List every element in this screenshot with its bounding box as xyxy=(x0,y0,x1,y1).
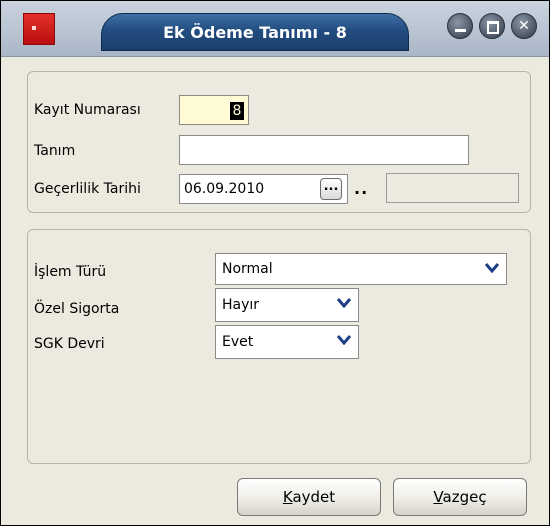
save-accel: K xyxy=(282,488,293,506)
sgk-transfer-value: Evet xyxy=(222,334,254,350)
cancel-label: azgeç xyxy=(442,488,487,506)
transaction-type-value: Normal xyxy=(222,261,273,277)
window-title: Ek Ödeme Tanımı - 8 xyxy=(163,23,347,42)
private-insurance-label: Özel Sigorta xyxy=(34,301,120,317)
window-title-tab: Ek Ödeme Tanımı - 8 xyxy=(101,13,409,51)
validity-end-field xyxy=(386,173,519,203)
save-button[interactable]: Kaydet xyxy=(237,478,381,516)
definition-label: Tanım xyxy=(34,143,76,159)
date-lookup-button[interactable]: ... xyxy=(320,178,342,200)
range-separator: .. xyxy=(354,179,369,198)
chevron-down-icon[interactable] xyxy=(330,327,357,353)
cancel-button[interactable]: Vazgeç xyxy=(393,478,527,516)
transaction-type-label: İşlem Türü xyxy=(34,264,107,280)
maximize-icon[interactable] xyxy=(479,13,505,39)
chevron-down-icon[interactable] xyxy=(478,255,505,281)
save-label: aydet xyxy=(292,488,336,506)
private-insurance-select[interactable]: Hayır xyxy=(215,288,359,322)
definition-field[interactable] xyxy=(179,135,469,165)
transaction-type-select[interactable]: Normal xyxy=(215,253,507,285)
close-icon[interactable]: ✕ xyxy=(511,13,537,39)
validity-label: Geçerlilik Tarihi xyxy=(34,181,141,197)
app-logo-icon[interactable] xyxy=(23,13,55,45)
minimize-icon[interactable] xyxy=(447,13,473,39)
record-no-label: Kayıt Numarası xyxy=(34,102,141,118)
dialog-window: Ek Ödeme Tanımı - 8 ✕ Kayıt Numarası 8 T… xyxy=(0,0,550,526)
record-no-field[interactable]: 8 xyxy=(179,95,249,125)
title-bar[interactable]: Ek Ödeme Tanımı - 8 ✕ xyxy=(1,1,549,57)
sgk-transfer-select[interactable]: Evet xyxy=(215,325,359,359)
cancel-accel: V xyxy=(433,488,443,506)
chevron-down-icon[interactable] xyxy=(330,290,357,316)
sgk-transfer-label: SGK Devri xyxy=(34,336,105,352)
record-no-value: 8 xyxy=(230,102,244,120)
private-insurance-value: Hayır xyxy=(222,297,260,313)
